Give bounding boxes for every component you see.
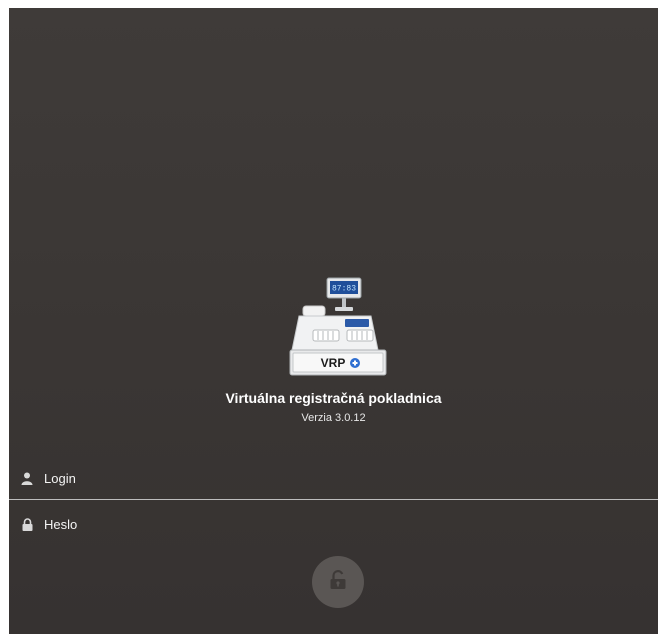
unlock-button[interactable]	[312, 556, 364, 608]
app-screen: 87:83 VRP Virtuálna registračná pokladni…	[9, 8, 658, 634]
user-icon	[20, 471, 34, 485]
cash-register-icon: 87:83 VRP	[289, 277, 387, 376]
register-display-text: 87:83	[332, 285, 356, 294]
logo-text: VRP	[321, 356, 346, 370]
app-title: Virtuálna registračná pokladnica	[225, 390, 442, 406]
field-divider	[9, 499, 658, 500]
unlock-icon	[329, 569, 347, 595]
password-field[interactable]: Heslo	[9, 504, 658, 544]
app-version: Verzia 3.0.12	[301, 412, 366, 424]
password-label: Heslo	[44, 516, 78, 532]
login-label: Login	[44, 470, 76, 486]
lock-icon	[20, 517, 34, 531]
login-field[interactable]: Login	[9, 458, 658, 498]
cash-register-logo: 87:83 VRP	[283, 276, 393, 376]
